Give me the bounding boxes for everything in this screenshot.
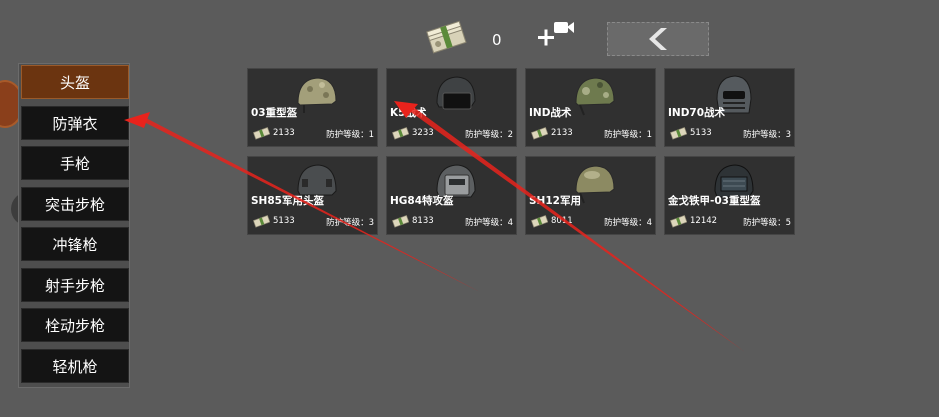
protection-level: 防护等级：3	[326, 218, 374, 228]
item-card[interactable]: IND战术 2133 防护等级：1	[525, 68, 656, 147]
menu-item-body-armor[interactable]: 防弹衣	[21, 106, 129, 140]
cash-icon	[670, 215, 687, 228]
cash-icon	[253, 127, 270, 140]
item-card[interactable]: HG84特攻盔 8133 防护等级：4	[386, 156, 517, 235]
item-card[interactable]: 金戈铁甲-03重型盔 12142 防护等级：5	[664, 156, 795, 235]
helmet-icon	[436, 76, 476, 110]
item-card[interactable]: SH85军用头盔 5133 防护等级：3	[247, 156, 378, 235]
cash-icon	[392, 215, 409, 228]
back-arrow-icon	[649, 28, 667, 50]
protection-level: 防护等级：1	[326, 130, 374, 140]
item-price: 12142	[690, 216, 718, 226]
cash-icon	[392, 127, 409, 140]
protection-level: 防护等级：2	[465, 130, 513, 140]
helmet-icon	[297, 77, 337, 113]
cash-count: 0	[492, 31, 502, 49]
item-name: 03重型盔	[251, 107, 298, 119]
category-menu: 头盔 防弹衣 手枪 突击步枪 冲锋枪 射手步枪 栓动步枪 轻机枪	[18, 63, 130, 388]
menu-item-pistol[interactable]: 手枪	[21, 146, 129, 180]
helmet-icon	[575, 77, 615, 116]
item-name: IND战术	[529, 107, 572, 119]
protection-level: 防护等级：4	[604, 218, 652, 228]
item-name: HG84特攻盔	[390, 195, 454, 207]
item-name: K5战术	[390, 107, 427, 119]
back-button[interactable]	[607, 22, 709, 56]
menu-item-assault-rifle[interactable]: 突击步枪	[21, 187, 129, 221]
item-name: IND70战术	[668, 107, 726, 119]
item-name: 金戈铁甲-03重型盔	[668, 195, 761, 207]
item-name: SH85军用头盔	[251, 195, 324, 207]
item-price: 2133	[273, 128, 295, 138]
item-price: 5133	[273, 216, 295, 226]
protection-level: 防护等级：3	[743, 130, 791, 140]
protection-level: 防护等级：5	[743, 218, 791, 228]
item-card[interactable]: SH12军用 8011 防护等级：4	[525, 156, 656, 235]
cash-icon	[670, 127, 687, 140]
item-price: 8133	[412, 216, 434, 226]
menu-item-marksman-rifle[interactable]: 射手步枪	[21, 268, 129, 302]
item-price: 5133	[690, 128, 712, 138]
item-price: 2133	[551, 128, 573, 138]
menu-item-smg[interactable]: 冲锋枪	[21, 227, 129, 261]
cash-icon	[531, 127, 548, 140]
item-name: SH12军用	[529, 195, 581, 207]
cash-icon	[253, 215, 270, 228]
add-video-icon[interactable]	[536, 18, 576, 52]
cash-stack-icon	[426, 20, 467, 54]
item-price: 8011	[551, 216, 573, 226]
cash-icon	[531, 215, 548, 228]
menu-item-bolt-action-rifle[interactable]: 栓动步枪	[21, 308, 129, 342]
item-price: 3233	[412, 128, 434, 138]
item-card[interactable]: 03重型盔 2133 防护等级：1	[247, 68, 378, 147]
menu-item-lmg[interactable]: 轻机枪	[21, 349, 129, 383]
menu-item-helmet[interactable]: 头盔	[21, 65, 129, 99]
protection-level: 防护等级：1	[604, 130, 652, 140]
protection-level: 防护等级：4	[465, 218, 513, 228]
item-card[interactable]: K5战术 3233 防护等级：2	[386, 68, 517, 147]
item-card[interactable]: IND70战术 5133 防护等级：3	[664, 68, 795, 147]
